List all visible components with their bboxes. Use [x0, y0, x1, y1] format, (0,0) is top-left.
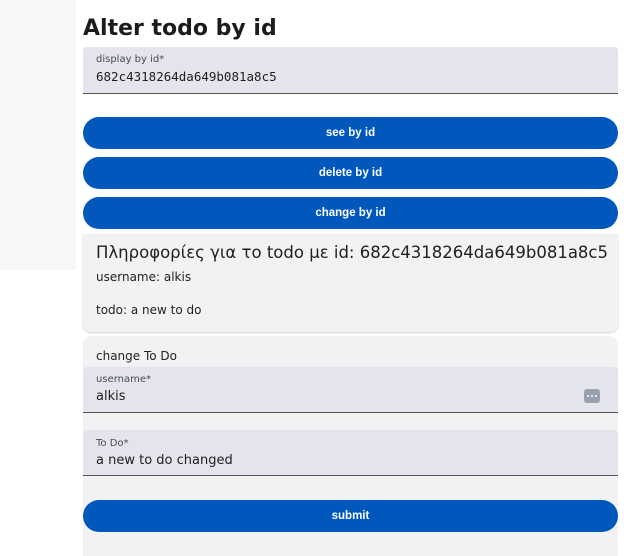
- see-by-id-button[interactable]: see by id: [83, 117, 618, 149]
- todo-field-value[interactable]: a new to do changed: [96, 453, 233, 468]
- todo-info-title: Πληροφορίες για το todo με id: 682c43182…: [96, 243, 608, 262]
- todo-info-todo: todo: a new to do: [96, 303, 202, 317]
- todo-info-card: Πληροφορίες για το todo με id: 682c43182…: [83, 234, 618, 332]
- id-field-value[interactable]: 682c4318264da649b081a8c5: [96, 69, 277, 84]
- todo-field[interactable]: To Do* a new to do changed: [83, 430, 618, 476]
- todo-field-label: To Do*: [96, 438, 129, 449]
- submit-button[interactable]: submit: [83, 500, 618, 532]
- todo-info-username: username: alkis: [96, 270, 192, 284]
- change-todo-heading: change To Do: [96, 349, 178, 363]
- username-field-label: username*: [96, 374, 151, 385]
- username-field-value[interactable]: alkis: [96, 389, 126, 404]
- left-panel: [0, 0, 76, 270]
- id-field-label: display by id*: [96, 54, 165, 65]
- page-title: Alter todo by id: [83, 16, 277, 41]
- delete-by-id-button[interactable]: delete by id: [83, 157, 618, 189]
- change-by-id-button[interactable]: change by id: [83, 197, 618, 229]
- username-field[interactable]: username* alkis: [83, 367, 618, 413]
- more-horizontal-icon[interactable]: [584, 389, 600, 403]
- id-field[interactable]: display by id* 682c4318264da649b081a8c5: [83, 47, 618, 94]
